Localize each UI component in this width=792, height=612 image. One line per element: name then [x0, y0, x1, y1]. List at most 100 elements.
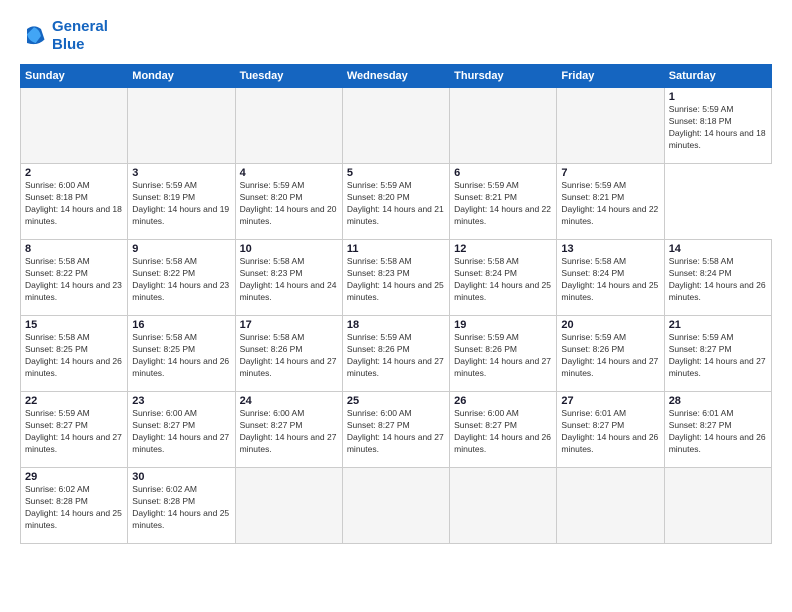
- day-number: 8: [25, 243, 123, 255]
- calendar-day-cell: [342, 88, 449, 164]
- day-info: Sunrise: 5:59 AMSunset: 8:20 PMDaylight:…: [347, 180, 445, 228]
- day-number: 17: [240, 319, 338, 331]
- calendar-day-cell: 3Sunrise: 5:59 AMSunset: 8:19 PMDaylight…: [128, 164, 235, 240]
- calendar-day-cell: [450, 88, 557, 164]
- calendar-day-cell: [235, 468, 342, 544]
- calendar-day-cell: 4Sunrise: 5:59 AMSunset: 8:20 PMDaylight…: [235, 164, 342, 240]
- day-number: 18: [347, 319, 445, 331]
- day-info: Sunrise: 6:00 AMSunset: 8:27 PMDaylight:…: [240, 408, 338, 456]
- day-number: 11: [347, 243, 445, 255]
- day-info: Sunrise: 5:58 AMSunset: 8:24 PMDaylight:…: [454, 256, 552, 304]
- day-number: 22: [25, 395, 123, 407]
- day-info: Sunrise: 5:58 AMSunset: 8:25 PMDaylight:…: [25, 332, 123, 380]
- day-number: 6: [454, 167, 552, 179]
- calendar-day-cell: 15Sunrise: 5:58 AMSunset: 8:25 PMDayligh…: [21, 316, 128, 392]
- calendar-day-cell: 17Sunrise: 5:58 AMSunset: 8:26 PMDayligh…: [235, 316, 342, 392]
- calendar-day-cell: 30Sunrise: 6:02 AMSunset: 8:28 PMDayligh…: [128, 468, 235, 544]
- calendar-day-cell: 5Sunrise: 5:59 AMSunset: 8:20 PMDaylight…: [342, 164, 449, 240]
- day-info: Sunrise: 6:02 AMSunset: 8:28 PMDaylight:…: [25, 484, 123, 532]
- header-day: Friday: [557, 65, 664, 88]
- calendar-week-row: 22Sunrise: 5:59 AMSunset: 8:27 PMDayligh…: [21, 392, 772, 468]
- calendar-day-cell: [450, 468, 557, 544]
- calendar-day-cell: [557, 88, 664, 164]
- calendar-day-cell: [342, 468, 449, 544]
- day-number: 30: [132, 471, 230, 483]
- calendar-day-cell: [664, 468, 771, 544]
- calendar-day-cell: 10Sunrise: 5:58 AMSunset: 8:23 PMDayligh…: [235, 240, 342, 316]
- header-day: Sunday: [21, 65, 128, 88]
- calendar-week-row: 29Sunrise: 6:02 AMSunset: 8:28 PMDayligh…: [21, 468, 772, 544]
- calendar-day-cell: 2Sunrise: 6:00 AMSunset: 8:18 PMDaylight…: [21, 164, 128, 240]
- calendar-day-cell: 9Sunrise: 5:58 AMSunset: 8:22 PMDaylight…: [128, 240, 235, 316]
- day-number: 25: [347, 395, 445, 407]
- calendar-day-cell: 14Sunrise: 5:58 AMSunset: 8:24 PMDayligh…: [664, 240, 771, 316]
- calendar-day-cell: 27Sunrise: 6:01 AMSunset: 8:27 PMDayligh…: [557, 392, 664, 468]
- calendar-day-cell: 8Sunrise: 5:58 AMSunset: 8:22 PMDaylight…: [21, 240, 128, 316]
- day-info: Sunrise: 6:01 AMSunset: 8:27 PMDaylight:…: [561, 408, 659, 456]
- calendar-day-cell: [21, 88, 128, 164]
- day-number: 14: [669, 243, 767, 255]
- day-number: 9: [132, 243, 230, 255]
- calendar-day-cell: 28Sunrise: 6:01 AMSunset: 8:27 PMDayligh…: [664, 392, 771, 468]
- calendar-day-cell: 16Sunrise: 5:58 AMSunset: 8:25 PMDayligh…: [128, 316, 235, 392]
- day-info: Sunrise: 5:58 AMSunset: 8:26 PMDaylight:…: [240, 332, 338, 380]
- day-info: Sunrise: 5:59 AMSunset: 8:21 PMDaylight:…: [561, 180, 659, 228]
- day-info: Sunrise: 5:59 AMSunset: 8:21 PMDaylight:…: [454, 180, 552, 228]
- calendar-day-cell: 6Sunrise: 5:59 AMSunset: 8:21 PMDaylight…: [450, 164, 557, 240]
- day-info: Sunrise: 6:02 AMSunset: 8:28 PMDaylight:…: [132, 484, 230, 532]
- day-info: Sunrise: 6:00 AMSunset: 8:27 PMDaylight:…: [454, 408, 552, 456]
- day-info: Sunrise: 6:00 AMSunset: 8:27 PMDaylight:…: [347, 408, 445, 456]
- day-info: Sunrise: 6:01 AMSunset: 8:27 PMDaylight:…: [669, 408, 767, 456]
- day-number: 29: [25, 471, 123, 483]
- day-info: Sunrise: 5:59 AMSunset: 8:20 PMDaylight:…: [240, 180, 338, 228]
- calendar-day-cell: [128, 88, 235, 164]
- day-number: 5: [347, 167, 445, 179]
- day-info: Sunrise: 6:00 AMSunset: 8:18 PMDaylight:…: [25, 180, 123, 228]
- calendar-day-cell: [557, 468, 664, 544]
- calendar-day-cell: 12Sunrise: 5:58 AMSunset: 8:24 PMDayligh…: [450, 240, 557, 316]
- calendar-day-cell: 11Sunrise: 5:58 AMSunset: 8:23 PMDayligh…: [342, 240, 449, 316]
- calendar-day-cell: 19Sunrise: 5:59 AMSunset: 8:26 PMDayligh…: [450, 316, 557, 392]
- day-info: Sunrise: 5:58 AMSunset: 8:23 PMDaylight:…: [347, 256, 445, 304]
- calendar-day-cell: 23Sunrise: 6:00 AMSunset: 8:27 PMDayligh…: [128, 392, 235, 468]
- day-number: 2: [25, 167, 123, 179]
- day-number: 21: [669, 319, 767, 331]
- day-info: Sunrise: 5:59 AMSunset: 8:26 PMDaylight:…: [454, 332, 552, 380]
- day-number: 12: [454, 243, 552, 255]
- day-number: 3: [132, 167, 230, 179]
- day-info: Sunrise: 5:59 AMSunset: 8:18 PMDaylight:…: [669, 104, 767, 152]
- header-day: Saturday: [664, 65, 771, 88]
- day-info: Sunrise: 5:58 AMSunset: 8:25 PMDaylight:…: [132, 332, 230, 380]
- day-info: Sunrise: 5:59 AMSunset: 8:26 PMDaylight:…: [561, 332, 659, 380]
- day-number: 24: [240, 395, 338, 407]
- calendar-day-cell: 22Sunrise: 5:59 AMSunset: 8:27 PMDayligh…: [21, 392, 128, 468]
- calendar-day-cell: 24Sunrise: 6:00 AMSunset: 8:27 PMDayligh…: [235, 392, 342, 468]
- day-number: 4: [240, 167, 338, 179]
- day-number: 23: [132, 395, 230, 407]
- header-day: Wednesday: [342, 65, 449, 88]
- day-number: 7: [561, 167, 659, 179]
- day-number: 19: [454, 319, 552, 331]
- header-day: Tuesday: [235, 65, 342, 88]
- day-info: Sunrise: 5:58 AMSunset: 8:24 PMDaylight:…: [669, 256, 767, 304]
- header-day: Thursday: [450, 65, 557, 88]
- logo-icon: [20, 22, 48, 50]
- day-number: 1: [669, 91, 767, 103]
- calendar-day-cell: 21Sunrise: 5:59 AMSunset: 8:27 PMDayligh…: [664, 316, 771, 392]
- calendar-day-cell: 1Sunrise: 5:59 AMSunset: 8:18 PMDaylight…: [664, 88, 771, 164]
- day-number: 10: [240, 243, 338, 255]
- header-row: SundayMondayTuesdayWednesdayThursdayFrid…: [21, 65, 772, 88]
- day-info: Sunrise: 5:58 AMSunset: 8:23 PMDaylight:…: [240, 256, 338, 304]
- logo: General Blue: [20, 18, 108, 54]
- calendar-day-cell: 26Sunrise: 6:00 AMSunset: 8:27 PMDayligh…: [450, 392, 557, 468]
- calendar-day-cell: 7Sunrise: 5:59 AMSunset: 8:21 PMDaylight…: [557, 164, 664, 240]
- day-number: 16: [132, 319, 230, 331]
- day-info: Sunrise: 5:59 AMSunset: 8:26 PMDaylight:…: [347, 332, 445, 380]
- day-info: Sunrise: 5:58 AMSunset: 8:22 PMDaylight:…: [132, 256, 230, 304]
- logo-text: General Blue: [52, 18, 108, 54]
- header-day: Monday: [128, 65, 235, 88]
- calendar-day-cell: 18Sunrise: 5:59 AMSunset: 8:26 PMDayligh…: [342, 316, 449, 392]
- calendar-week-row: 8 Sunrise: 5:58 AMSunset: 8:22 PMDaylight…: [21, 240, 772, 316]
- calendar-day-cell: 13Sunrise: 5:58 AMSunset: 8:24 PMDayligh…: [557, 240, 664, 316]
- calendar-day-cell: 29Sunrise: 6:02 AMSunset: 8:28 PMDayligh…: [21, 468, 128, 544]
